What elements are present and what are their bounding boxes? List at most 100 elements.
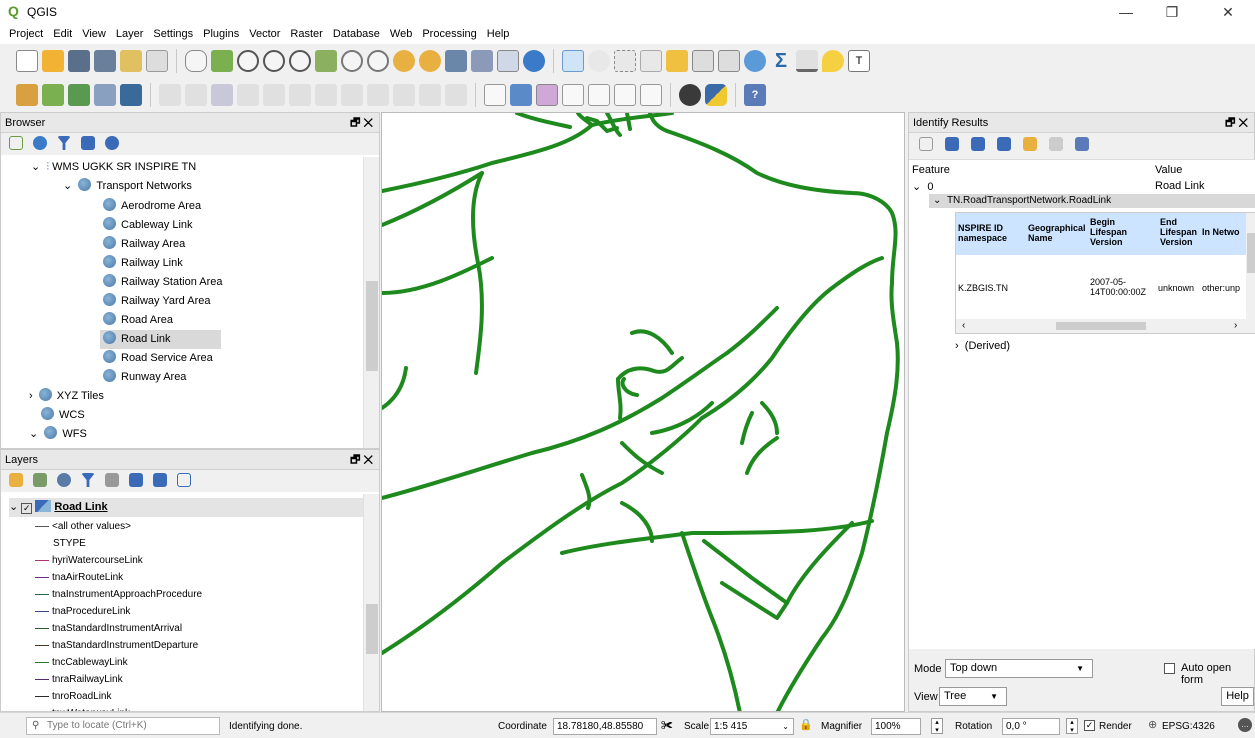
toggle-extents-icon[interactable]: ✀ — [661, 718, 675, 732]
label-highlight-icon[interactable] — [536, 84, 558, 106]
save-layer-icon[interactable] — [211, 84, 233, 106]
map-canvas[interactable] — [381, 112, 905, 712]
run-action-icon[interactable] — [588, 50, 610, 72]
paste-icon[interactable] — [393, 84, 415, 106]
map-tips-icon[interactable] — [822, 50, 844, 72]
help-button[interactable]: Help — [1221, 687, 1254, 706]
scrollbar-thumb[interactable] — [366, 281, 378, 371]
menu-database[interactable]: Database — [328, 28, 385, 40]
menu-plugins[interactable]: Plugins — [198, 28, 244, 40]
pan-hand-icon[interactable] — [185, 50, 207, 72]
pan-to-selection-icon[interactable] — [211, 50, 233, 72]
auto-open-checkbox[interactable] — [1164, 663, 1175, 674]
table-vscrollbar[interactable] — [1246, 213, 1255, 333]
add-layer-icon[interactable] — [9, 136, 23, 150]
menu-help[interactable]: Help — [482, 28, 515, 40]
text-annotation-icon[interactable]: T — [848, 50, 870, 72]
tree-item-transport-networks[interactable]: ⌄ Transport Networks — [63, 177, 192, 196]
vertex-tool-icon[interactable] — [263, 84, 285, 106]
messages-icon[interactable]: … — [1238, 718, 1252, 732]
cut-icon[interactable] — [341, 84, 363, 106]
plugin-icon[interactable] — [679, 84, 701, 106]
style-icon[interactable] — [9, 473, 23, 487]
magnifier-spinner[interactable]: ▴ ▾ — [931, 718, 943, 734]
new-3d-view-icon[interactable] — [471, 50, 493, 72]
new-print-layout-icon[interactable] — [120, 50, 142, 72]
filter-icon[interactable] — [81, 473, 95, 487]
deselect-icon[interactable] — [666, 50, 688, 72]
panel-float-close-icon[interactable]: 🗗 ✕ — [1225, 113, 1248, 133]
tree-item-aerodrome-area[interactable]: Aerodrome Area — [103, 197, 201, 216]
feature-row[interactable]: ⌄ 0 — [912, 180, 933, 193]
coordinate-field[interactable]: 18.78180,48.85580 — [553, 718, 657, 735]
label-change-icon[interactable] — [640, 84, 662, 106]
add-feature-icon[interactable] — [237, 84, 259, 106]
zoom-next-icon[interactable] — [419, 50, 441, 72]
maximize-button[interactable]: ❐ — [1149, 0, 1195, 24]
new-project-icon[interactable] — [16, 50, 38, 72]
rotation-field[interactable]: 0,0 ° — [1002, 718, 1060, 735]
collapse-all-icon[interactable] — [153, 473, 167, 487]
browser-scrollbar[interactable] — [363, 157, 379, 448]
zoom-in-icon[interactable] — [237, 50, 259, 72]
scrollbar-thumb[interactable] — [366, 604, 378, 654]
identify-features-icon[interactable] — [562, 50, 584, 72]
toolbox-gear-icon[interactable] — [744, 50, 766, 72]
undo-icon[interactable] — [419, 84, 441, 106]
save-edits-icon[interactable] — [120, 84, 142, 106]
locator-search-input[interactable]: ⚲ Type to locate (Ctrl+K) — [26, 717, 220, 735]
new-map-view-icon[interactable] — [445, 50, 467, 72]
menu-view[interactable]: View — [77, 28, 111, 40]
sum-icon[interactable]: Σ — [770, 50, 792, 72]
close-button[interactable]: ✕ — [1205, 0, 1251, 24]
open-project-icon[interactable] — [42, 50, 64, 72]
tree-item-wfs[interactable]: ⌄ WFS — [29, 425, 87, 444]
save-project-icon[interactable] — [68, 50, 90, 72]
tree-item-road-area[interactable]: Road Area — [103, 311, 173, 330]
menu-project[interactable]: Project — [4, 28, 48, 40]
layout-manager-icon[interactable] — [146, 50, 168, 72]
menu-vector[interactable]: Vector — [244, 28, 285, 40]
tree-item-xyz-tiles[interactable]: › XYZ Tiles — [29, 387, 104, 406]
lock-icon[interactable]: 🔒 — [799, 718, 813, 731]
layer-road-link[interactable]: ⌄ ✓ Road Link — [9, 498, 363, 517]
collapse-tree-icon[interactable] — [971, 137, 985, 151]
tree-item-road-link[interactable]: Road Link — [100, 330, 221, 349]
scale-combo[interactable]: 1:5 415 ⌄ — [710, 718, 794, 735]
remove-layer-icon[interactable] — [177, 473, 191, 487]
zoom-layer-icon[interactable] — [367, 50, 389, 72]
menu-raster[interactable]: Raster — [285, 28, 327, 40]
minimize-button[interactable]: — — [1103, 0, 1149, 24]
tree-item-road-service-area[interactable]: Road Service Area — [103, 349, 213, 368]
table-hscrollbar[interactable]: ‹ › — [956, 319, 1246, 333]
road-network-map[interactable] — [382, 113, 905, 712]
tree-item-wcs[interactable]: WCS — [41, 406, 85, 425]
zoom-out-icon[interactable] — [263, 50, 285, 72]
menu-processing[interactable]: Processing — [417, 28, 481, 40]
panel-float-close-icon[interactable]: 🗗 ✕ — [350, 450, 373, 470]
tree-item-railway-station-area[interactable]: Railway Station Area — [103, 273, 223, 292]
scrollbar-thumb[interactable] — [1247, 233, 1255, 273]
tree-item-railway-area[interactable]: Railway Area — [103, 235, 185, 254]
crs-button[interactable]: EPSG:4326 — [1162, 719, 1215, 734]
measure-icon[interactable] — [796, 50, 818, 72]
zoom-native-icon[interactable] — [289, 50, 311, 72]
derived-row[interactable]: › (Derived) — [955, 340, 1010, 352]
pencil-icon[interactable] — [185, 84, 207, 106]
tree-item-railway-link[interactable]: Railway Link — [103, 254, 183, 273]
help-icon[interactable]: ? — [744, 84, 766, 106]
copy-icon[interactable] — [367, 84, 389, 106]
mode-select[interactable]: Top down ▼ — [945, 659, 1093, 678]
label-pin-icon[interactable] — [510, 84, 532, 106]
rotation-spinner[interactable]: ▴ ▾ — [1066, 718, 1078, 734]
statistics-icon[interactable] — [718, 50, 740, 72]
new-layer-icon[interactable] — [42, 84, 64, 106]
select-by-value-icon[interactable] — [640, 50, 662, 72]
expand-tree-icon[interactable] — [945, 137, 959, 151]
label-rotate-icon[interactable] — [614, 84, 636, 106]
label-abc-icon[interactable] — [484, 84, 506, 106]
scroll-right-icon[interactable]: › — [1234, 320, 1237, 331]
zoom-full-icon[interactable] — [315, 50, 337, 72]
info-icon[interactable] — [105, 136, 119, 150]
attribute-table[interactable]: NSPIRE ID namespace Geographical Name Be… — [955, 212, 1255, 334]
